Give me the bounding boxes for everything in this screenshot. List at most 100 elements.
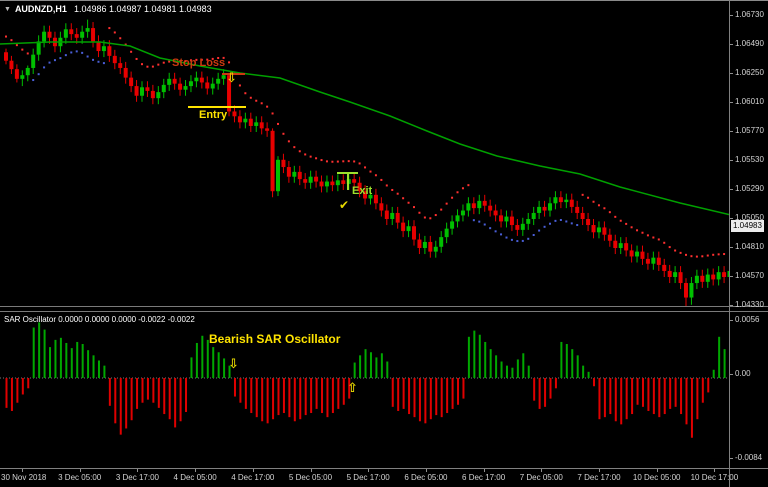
bull-candle	[689, 283, 693, 297]
price-axis[interactable]: 1.067301.064901.062501.060101.057701.055…	[730, 0, 768, 468]
sar-dot-bearish	[408, 202, 410, 204]
sar-dot-bearish	[462, 187, 464, 189]
ohlc-quotes: 1.04986 1.04987 1.04981 1.04983	[74, 4, 212, 14]
oscillator-down-arrow-icon[interactable]: ⇩	[228, 357, 239, 372]
bull-candle	[423, 242, 427, 248]
oscillator-panel-canvas[interactable]: Bearish SAR Oscillator ⇩ ⇧	[0, 312, 730, 468]
oscillator-bar-positive	[223, 358, 225, 378]
sar-dot-bullish	[576, 224, 578, 226]
exit-label[interactable]: Exit	[352, 185, 372, 197]
oscillator-bar-positive	[87, 350, 89, 378]
price-axis-label: 1.05530	[735, 155, 764, 164]
bear-candle	[592, 225, 596, 232]
oscillator-bar-negative	[299, 378, 301, 419]
oscillator-bar-positive	[381, 353, 383, 378]
bear-candle	[281, 160, 285, 167]
bear-candle	[9, 61, 13, 69]
sar-dot-bullish	[565, 220, 567, 222]
bull-candle	[26, 68, 30, 75]
bull-candle	[548, 203, 552, 210]
sar-dot-bullish	[87, 56, 89, 58]
sar-dot-bearish	[386, 184, 388, 186]
bull-candle	[450, 221, 454, 228]
oscillator-bar-positive	[522, 353, 524, 378]
sar-dot-bearish	[21, 49, 23, 51]
oscillator-bar-negative	[647, 378, 649, 411]
oscillator-bar-positive	[582, 366, 584, 378]
bear-candle	[657, 258, 661, 265]
oscillator-bar-positive	[484, 342, 486, 378]
sar-dot-bullish	[92, 59, 94, 61]
bear-candle	[613, 241, 617, 248]
bull-candle	[216, 79, 220, 84]
oscillator-bar-positive	[38, 322, 40, 378]
sell-entry-arrow-icon[interactable]: ⇩	[226, 71, 237, 86]
exit-line-vertical[interactable]	[347, 172, 349, 190]
sar-dot-bearish	[603, 207, 605, 209]
oscillator-up-arrow-icon[interactable]: ⇧	[347, 381, 358, 396]
bear-candle	[69, 29, 73, 34]
price-axis-tick	[730, 189, 733, 190]
oscillator-bar-positive	[375, 357, 377, 378]
bull-candle	[407, 226, 411, 231]
oscillator-bar-negative	[185, 378, 187, 412]
time-axis[interactable]: 30 Nov 20183 Dec 05:003 Dec 17:004 Dec 0…	[0, 469, 768, 487]
oscillator-bar-negative	[533, 378, 535, 401]
entry-line[interactable]	[188, 106, 246, 108]
bear-candle	[396, 213, 400, 223]
dropdown-arrow-icon[interactable]: ▼	[4, 6, 11, 13]
bull-candle	[477, 201, 481, 208]
sar-dot-bearish	[625, 223, 627, 225]
oscillator-bar-positive	[713, 370, 715, 378]
bull-candle	[651, 258, 655, 264]
price-chart-canvas[interactable]: ▼AUDNZD,H11.04986 1.04987 1.04981 1.0498…	[0, 1, 730, 308]
sar-dot-bullish	[516, 240, 518, 242]
price-axis-label: 1.06250	[735, 68, 764, 77]
exit-check-icon[interactable]: ✔	[339, 198, 349, 212]
sar-dot-bearish	[380, 179, 382, 181]
oscillator-bar-negative	[337, 378, 339, 409]
sar-dot-bullish	[527, 238, 529, 240]
entry-label[interactable]: Entry	[199, 109, 227, 121]
oscillator-bar-positive	[490, 349, 492, 378]
sar-dot-bearish	[609, 211, 611, 213]
sar-dot-bearish	[674, 250, 676, 252]
oscillator-bar-negative	[163, 378, 165, 414]
stop-loss-label[interactable]: Stop Loss	[172, 57, 225, 69]
bear-candle	[96, 41, 100, 51]
oscillator-bar-negative	[114, 378, 116, 423]
oscillator-bar-positive	[495, 355, 497, 378]
time-axis-tick	[368, 469, 369, 472]
sar-dot-bearish	[293, 146, 295, 148]
oscillator-bar-negative	[131, 378, 133, 420]
candlestick-plot[interactable]	[0, 1, 730, 308]
time-axis-tick	[426, 469, 427, 472]
sar-dot-bearish	[310, 156, 312, 158]
oscillator-bar-negative	[158, 378, 160, 408]
oscillator-bar-negative	[294, 378, 296, 421]
oscillator-histogram[interactable]	[0, 312, 730, 468]
bearish-oscillator-label[interactable]: Bearish SAR Oscillator	[209, 332, 340, 346]
bear-candle	[314, 177, 318, 182]
bear-candle	[178, 84, 182, 90]
bear-candle	[472, 203, 476, 208]
sar-dot-bearish	[304, 153, 306, 155]
oscillator-bar-positive	[479, 335, 481, 378]
sar-dot-bearish	[348, 160, 350, 162]
oscillator-bar-negative	[397, 378, 399, 411]
bear-candle	[417, 240, 421, 248]
time-axis-label: 4 Dec 17:00	[231, 473, 274, 482]
bull-candle	[336, 180, 340, 185]
bull-candle	[564, 200, 568, 202]
panel-splitter[interactable]	[0, 306, 768, 307]
bear-candle	[200, 78, 204, 83]
sar-dot-bearish	[402, 197, 404, 199]
bear-candle	[205, 82, 209, 88]
oscillator-bar-negative	[702, 378, 704, 403]
oscillator-bar-positive	[354, 363, 356, 378]
sar-dot-bearish	[587, 197, 589, 199]
bull-candle	[102, 46, 106, 51]
sar-dot-bearish	[359, 162, 361, 164]
bear-candle	[494, 211, 498, 216]
bear-candle	[428, 242, 432, 252]
